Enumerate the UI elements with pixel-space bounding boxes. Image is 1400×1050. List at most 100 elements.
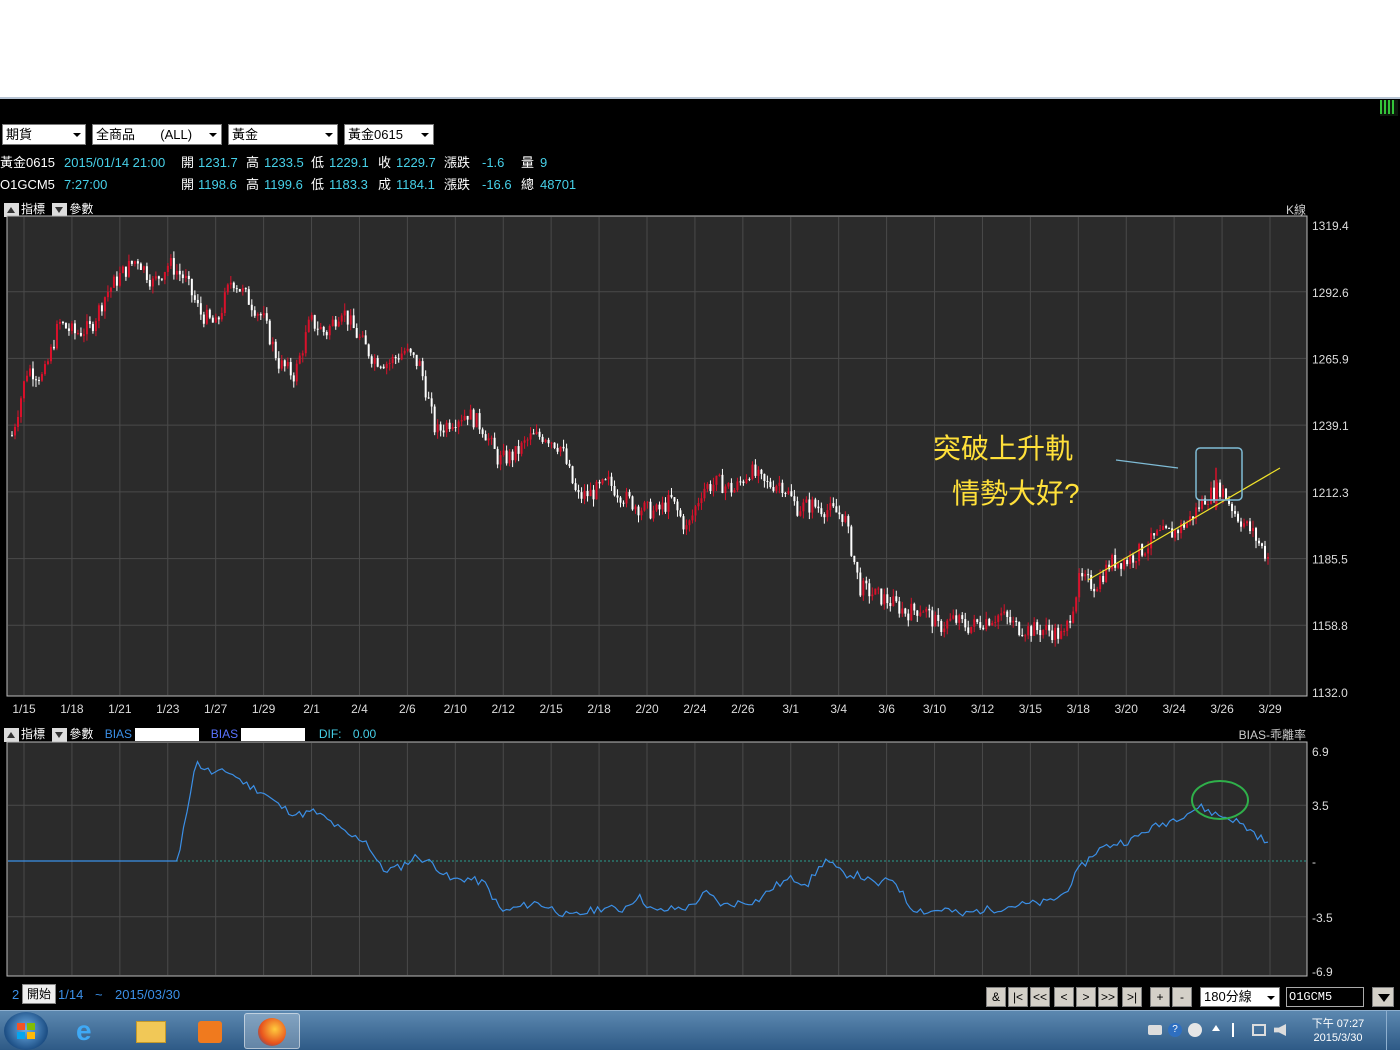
charts-svg: 1319.4 1292.6 1265.9 1239.1 1212.3 1185.5 1158…: [6, 215, 1349, 979]
candle-body: [433, 406, 436, 433]
candle-body: [1030, 626, 1033, 636]
candle-body: [835, 506, 838, 513]
candle-body: [466, 415, 469, 420]
candle-body: [358, 336, 361, 338]
candle-body: [775, 486, 778, 491]
candle-body: [70, 323, 73, 331]
candle-body: [166, 265, 169, 273]
candle-body: [271, 341, 274, 345]
network-icon[interactable]: [1252, 1024, 1266, 1036]
nav-button[interactable]: >: [1076, 987, 1096, 1007]
firefox-icon[interactable]: [244, 1013, 300, 1049]
candle-body: [31, 368, 34, 380]
candle-body: [976, 619, 979, 623]
start-date-button[interactable]: 開始: [22, 984, 57, 1004]
period-select[interactable]: 180分線: [1200, 987, 1280, 1007]
price-axis-label: 1212.3: [1312, 486, 1349, 500]
candle-body: [547, 439, 550, 444]
candle-body: [142, 266, 145, 270]
media-player-icon[interactable]: [182, 1013, 238, 1049]
candle-body: [1210, 487, 1213, 505]
candle-body: [1123, 560, 1126, 569]
flag-icon[interactable]: [1232, 1023, 1244, 1037]
candle-body: [175, 270, 178, 275]
candle-body: [790, 491, 793, 497]
candle-body: [817, 506, 820, 509]
candle-body: [1009, 616, 1012, 623]
candle-body: [733, 490, 736, 493]
candle-body: [1075, 597, 1078, 612]
nav-button[interactable]: &: [986, 987, 1006, 1007]
help-icon[interactable]: ?: [1168, 1023, 1182, 1037]
symbol-input[interactable]: O1GCM5: [1286, 987, 1364, 1007]
candle-body: [58, 321, 61, 324]
symbol-dropdown-button[interactable]: [1372, 987, 1394, 1007]
candle-body: [1096, 589, 1099, 592]
candle-body: [136, 261, 139, 264]
taskbar-date[interactable]: 2015/3/30: [1300, 1032, 1376, 1044]
candle-body: [103, 297, 106, 312]
candle-body: [121, 266, 124, 274]
taskbar-time[interactable]: 下午 07:27: [1300, 1015, 1376, 1031]
candle-body: [1069, 621, 1072, 623]
range-separator: ~: [95, 987, 103, 1002]
nav-button[interactable]: <: [1054, 987, 1074, 1007]
candle-body: [1045, 624, 1048, 630]
nav-button[interactable]: <<: [1030, 987, 1050, 1007]
candle-body: [727, 482, 730, 487]
candle-body: [202, 314, 205, 324]
candle-body: [187, 275, 190, 280]
nav-button[interactable]: >|: [1122, 987, 1142, 1007]
windows-start-icon[interactable]: [4, 1012, 48, 1050]
candle-body: [421, 361, 424, 377]
candle-body: [1165, 526, 1168, 528]
candle-body: [673, 497, 676, 502]
candle-body: [979, 622, 982, 628]
candle-body: [1078, 573, 1081, 598]
candle-body: [985, 619, 988, 630]
candle-body: [256, 314, 259, 316]
candle-body: [1027, 626, 1030, 636]
candle-body: [598, 481, 601, 484]
candle-body: [853, 555, 856, 562]
main-chart-area[interactable]: [6, 215, 1308, 697]
nav-button[interactable]: >>: [1098, 987, 1118, 1007]
date-axis-label: 3/18: [1067, 702, 1091, 716]
show-desktop-button[interactable]: [1386, 1011, 1400, 1050]
candle-body: [64, 322, 67, 329]
candle-body: [196, 299, 199, 304]
candle-body: [1267, 557, 1269, 559]
candle-body: [607, 476, 610, 480]
candle-body: [616, 495, 619, 498]
candle-body: [637, 506, 640, 516]
nav-button[interactable]: -: [1172, 987, 1192, 1007]
date-axis-label: 3/24: [1162, 702, 1186, 716]
file-explorer-icon[interactable]: [122, 1013, 178, 1049]
date-axis-label: 2/12: [492, 702, 516, 716]
candle-body: [544, 439, 547, 442]
candle-body: [1222, 488, 1225, 497]
volume-icon[interactable]: [1274, 1024, 1286, 1036]
candle-body: [160, 278, 163, 280]
candle-body: [805, 499, 808, 503]
candle-body: [745, 478, 748, 484]
candle-body: [871, 594, 874, 597]
candle-body: [655, 504, 658, 511]
nav-button[interactable]: |<: [1008, 987, 1028, 1007]
candle-body: [124, 266, 127, 277]
candle-body: [304, 332, 307, 354]
candle-body: [481, 429, 484, 435]
candle-body: [37, 379, 40, 381]
keyboard-icon[interactable]: [1148, 1025, 1162, 1035]
internet-explorer-icon[interactable]: e: [62, 1013, 118, 1049]
candle-body: [382, 366, 385, 369]
clock-settings-icon[interactable]: [1188, 1023, 1202, 1037]
candle-body: [874, 588, 877, 595]
candle-body: [517, 446, 520, 454]
date-axis-label: 1/18: [60, 702, 84, 716]
bias-chart-area[interactable]: [6, 741, 1308, 977]
candle-body: [412, 352, 415, 355]
nav-button[interactable]: +: [1150, 987, 1170, 1007]
chevron-up-icon[interactable]: [1212, 1025, 1220, 1031]
candle-body: [940, 620, 943, 633]
